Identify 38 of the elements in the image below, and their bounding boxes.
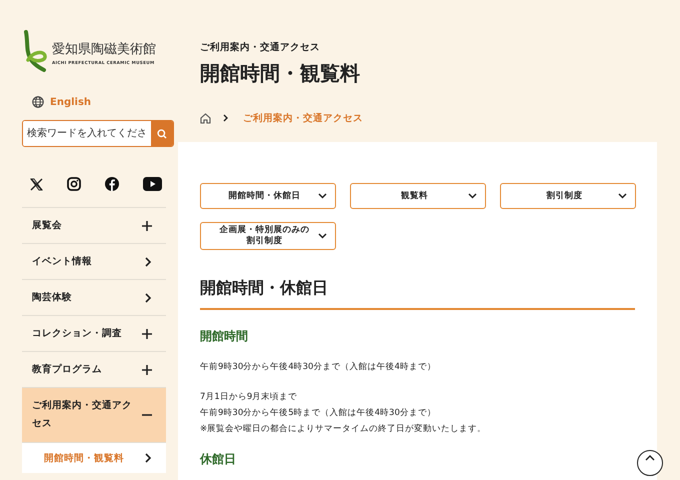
chevron-right-icon bbox=[144, 453, 152, 463]
page-category: ご利用案内・交通アクセス bbox=[200, 41, 321, 54]
anchor-dropdown-button[interactable]: 企画展・特別展のみの割引制度 bbox=[200, 222, 336, 250]
body-text: 午前9時30分から午後4時30分まで（入館は午後4時まで） bbox=[200, 361, 437, 374]
body-text: 午前9時30分から午後5時まで（入館は午後4時30分まで） bbox=[200, 407, 437, 420]
museum-name: 愛知県陶磁美術館 bbox=[52, 40, 156, 58]
video-play-icon[interactable] bbox=[143, 177, 162, 191]
globe-icon bbox=[32, 96, 44, 108]
menu-item[interactable]: ご利用案内・交通アクセス bbox=[22, 388, 166, 443]
chevron-down-icon bbox=[318, 233, 327, 239]
chevron-down-icon bbox=[618, 193, 627, 199]
chevron-right-icon bbox=[144, 292, 152, 302]
menu-item[interactable]: コレクション・調査 bbox=[22, 316, 166, 352]
anchor-dropdown-button[interactable]: 観覧料 bbox=[350, 183, 486, 209]
body-text: ※展覧会や曜日の都合によりサマータイムの終了日が変動いたします。 bbox=[200, 422, 488, 436]
search-field[interactable]: 検索ワードを入れてくださ bbox=[22, 120, 174, 147]
anchor-dropdown-button[interactable]: 割引制度 bbox=[500, 183, 636, 209]
chevron-right-icon bbox=[223, 114, 229, 122]
search-icon bbox=[157, 128, 167, 138]
menu-item[interactable]: 陶芸体験 bbox=[22, 280, 166, 316]
home-icon[interactable] bbox=[200, 112, 211, 124]
instagram-icon[interactable] bbox=[67, 177, 81, 191]
search-button[interactable] bbox=[151, 121, 173, 146]
anchor-dropdown-button[interactable]: 開館時間・休館日 bbox=[200, 183, 336, 209]
facebook-icon[interactable] bbox=[105, 177, 119, 191]
chevron-down-icon bbox=[318, 193, 327, 199]
section-heading: 開館時間・休館日 bbox=[200, 278, 635, 310]
chevron-right-icon bbox=[144, 256, 152, 266]
subsection-heading: 休館日 bbox=[200, 451, 237, 468]
menu-item[interactable]: 展覧会 bbox=[22, 208, 166, 244]
chevron-down-icon bbox=[468, 193, 477, 199]
page-title: 開館時間・観覧料 bbox=[200, 60, 361, 87]
chevron-up-icon bbox=[645, 455, 655, 461]
body-text: 7月1日から9月末頃まで bbox=[200, 391, 298, 404]
x-logo-icon[interactable] bbox=[30, 178, 43, 190]
menu-item[interactable]: イベント情報 bbox=[22, 244, 166, 280]
logo-icon bbox=[22, 30, 48, 74]
subsection-heading: 開館時間 bbox=[200, 328, 249, 345]
